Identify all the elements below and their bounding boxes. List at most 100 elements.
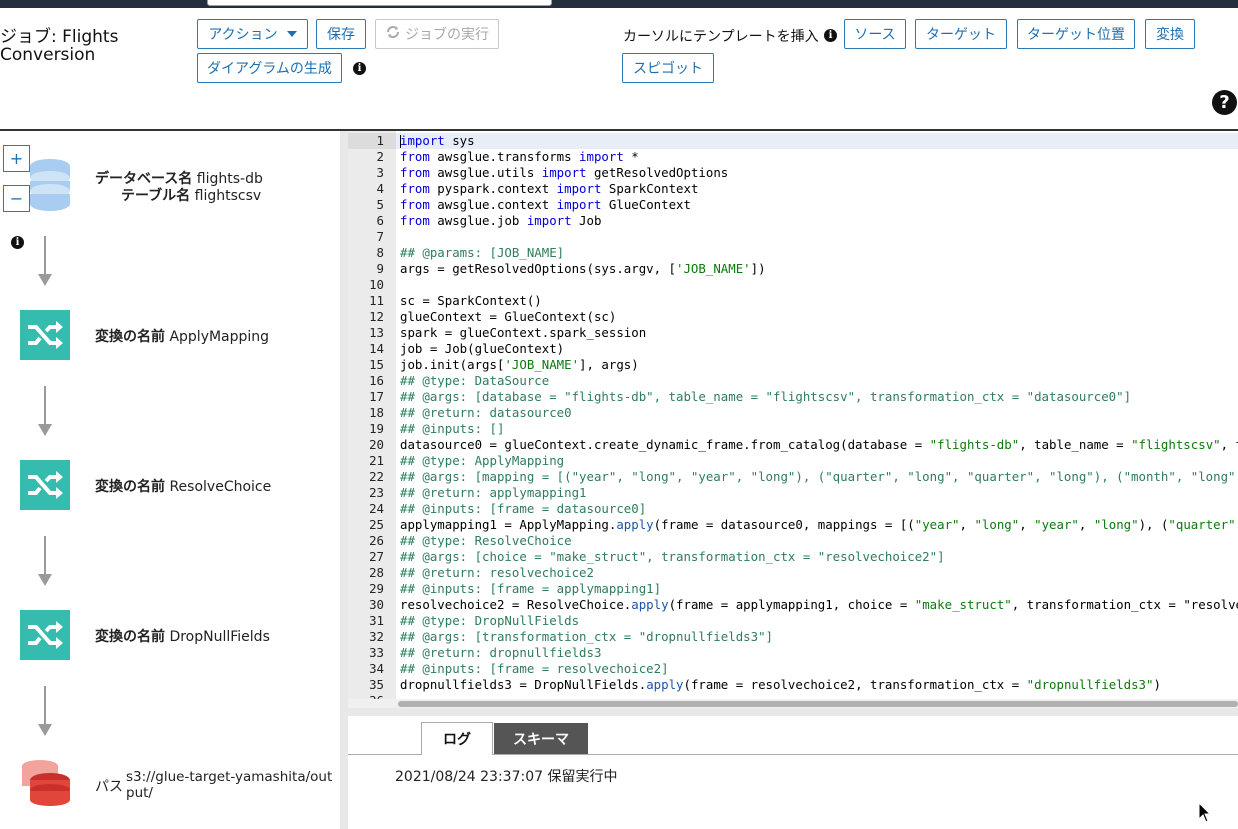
code-text: ## @inputs: [frame = applymapping1] bbox=[400, 581, 662, 596]
code-line[interactable]: 13 spark = glueContext.spark_session bbox=[348, 325, 1238, 341]
database-icon[interactable] bbox=[20, 158, 70, 211]
code-line[interactable]: 20 datasource0 = glueContext.create_dynam… bbox=[348, 437, 1238, 453]
code-text: job = Job(glueContext) bbox=[400, 341, 565, 356]
line-number: 1 bbox=[348, 133, 396, 149]
code-line[interactable]: 32 ## @args: [transformation_ctx = "dropn… bbox=[348, 629, 1238, 645]
run-job-label: ジョブの実行 bbox=[405, 27, 489, 43]
table-value: flightscsv bbox=[194, 188, 262, 204]
tab-log[interactable]: ログ bbox=[421, 722, 493, 755]
code-line[interactable]: 29 ## @inputs: [frame = applymapping1] bbox=[348, 581, 1238, 597]
log-entry: 2021/08/24 23:37:07 保留実行中 bbox=[395, 769, 618, 785]
template-source-button[interactable]: ソース bbox=[844, 19, 906, 49]
shuffle-icon[interactable] bbox=[20, 610, 70, 660]
code-line[interactable]: 24 ## @inputs: [frame = datasource0] bbox=[348, 501, 1238, 517]
run-job-button[interactable]: ジョブの実行 bbox=[375, 19, 499, 49]
target-path-value[interactable]: s3://glue-target-yamashita/out put/ bbox=[126, 769, 332, 801]
action-dropdown-button[interactable]: アクション bbox=[197, 19, 308, 49]
code-text: from awsglue.context import GlueContext bbox=[400, 197, 691, 212]
top-tab[interactable] bbox=[207, 0, 552, 6]
code-line[interactable]: 1 import sys bbox=[348, 133, 1238, 149]
template-spigot-button[interactable]: スピゴット bbox=[622, 53, 714, 83]
code-line[interactable]: 5 from awsglue.context import GlueContext bbox=[348, 197, 1238, 213]
code-line[interactable]: 31 ## @type: DropNullFields bbox=[348, 613, 1238, 629]
generate-diagram-button[interactable]: ダイアグラムの生成 bbox=[197, 53, 342, 83]
code-line[interactable]: 7 bbox=[348, 229, 1238, 245]
code-line[interactable]: 15 job.init(args['JOB_NAME'], args) bbox=[348, 357, 1238, 373]
template-transform-button[interactable]: 変換 bbox=[1145, 19, 1195, 49]
code-line[interactable]: 6 from awsglue.job import Job bbox=[348, 213, 1238, 229]
tab-schema[interactable]: スキーマ bbox=[494, 723, 588, 754]
code-line[interactable]: 17 ## @args: [database = "flights-db", ta… bbox=[348, 389, 1238, 405]
save-button[interactable]: 保存 bbox=[316, 19, 366, 49]
code-line[interactable]: 10 bbox=[348, 277, 1238, 293]
code-line[interactable]: 27 ## @args: [choice = "make_struct", tra… bbox=[348, 549, 1238, 565]
code-text: dropnullfields3 = DropNullFields.apply(f… bbox=[400, 677, 1161, 692]
code-line[interactable]: 11 sc = SparkContext() bbox=[348, 293, 1238, 309]
editor-splitter[interactable] bbox=[348, 708, 1238, 716]
code-line[interactable]: 8 ## @params: [JOB_NAME] bbox=[348, 245, 1238, 261]
code-editor[interactable]: 1 import sys 2 from awsglue.transforms impo… bbox=[348, 131, 1238, 708]
refresh-icon bbox=[385, 25, 401, 43]
line-number: 35 bbox=[369, 677, 384, 692]
code-line[interactable]: 25 applymapping1 = ApplyMapping.apply(fra… bbox=[348, 517, 1238, 533]
table-label: テーブル名 bbox=[121, 188, 191, 204]
code-line[interactable]: 2 from awsglue.transforms import * bbox=[348, 149, 1238, 165]
top-bar bbox=[0, 0, 1238, 8]
code-line[interactable]: 9 args = getResolvedOptions(sys.argv, ['J… bbox=[348, 261, 1238, 277]
code-text: applymapping1 = ApplyMapping.apply(frame… bbox=[400, 517, 1238, 532]
transform-value: DropNullFields bbox=[169, 629, 270, 645]
code-line[interactable]: 28 ## @return: resolvechoice2 bbox=[348, 565, 1238, 581]
code-line[interactable]: 33 ## @return: dropnullfields3 bbox=[348, 645, 1238, 661]
template-target-location-button[interactable]: ターゲット位置 bbox=[1017, 19, 1135, 49]
code-text: ## @return: applymapping1 bbox=[400, 485, 587, 500]
line-number: 26 bbox=[369, 533, 384, 548]
line-number: 27 bbox=[369, 549, 384, 564]
code-line[interactable]: 19 ## @inputs: [] bbox=[348, 421, 1238, 437]
horizontal-scrollbar[interactable] bbox=[348, 699, 1238, 708]
code-line[interactable]: 18 ## @return: datasource0 bbox=[348, 405, 1238, 421]
template-target-button[interactable]: ターゲット bbox=[915, 19, 1007, 49]
scrollbar-thumb[interactable] bbox=[398, 701, 1238, 707]
code-line[interactable]: 35 dropnullfields3 = DropNullFields.apply… bbox=[348, 677, 1238, 693]
help-icon[interactable]: ? bbox=[1212, 90, 1237, 115]
panel-splitter[interactable] bbox=[340, 131, 348, 829]
line-number: 22 bbox=[369, 469, 384, 484]
code-text: args = getResolvedOptions(sys.argv, ['JO… bbox=[400, 261, 766, 276]
shuffle-icon[interactable] bbox=[20, 310, 70, 360]
s3-bucket-icon[interactable] bbox=[20, 758, 70, 808]
info-icon[interactable]: i bbox=[11, 236, 24, 249]
flow-arrow bbox=[38, 536, 52, 586]
code-text: datasource0 = glueContext.create_dynamic… bbox=[400, 437, 1238, 452]
line-number: 12 bbox=[369, 309, 384, 324]
code-text: ## @args: [transformation_ctx = "dropnul… bbox=[400, 629, 773, 644]
target-path-line: s3://glue-target-yamashita/out bbox=[126, 769, 333, 785]
transform-node-dropnullfields[interactable]: 変換の名前 DropNullFields bbox=[95, 626, 270, 646]
bottom-panel: ログ スキーマ 2021/08/24 23:37:07 保留実行中 bbox=[348, 716, 1238, 829]
code-text: ## @args: [choice = "make_struct", trans… bbox=[400, 549, 945, 564]
info-icon[interactable]: i bbox=[824, 29, 837, 42]
code-line[interactable]: 26 ## @type: ResolveChoice bbox=[348, 533, 1238, 549]
code-line[interactable]: 12 glueContext = GlueContext(sc) bbox=[348, 309, 1238, 325]
code-line[interactable]: 34 ## @inputs: [frame = resolvechoice2] bbox=[348, 661, 1238, 677]
transform-node-applymapping[interactable]: 変換の名前 ApplyMapping bbox=[95, 326, 269, 346]
code-line[interactable]: 30 resolvechoice2 = ResolveChoice.apply(f… bbox=[348, 597, 1238, 613]
code-line[interactable]: 23 ## @return: applymapping1 bbox=[348, 485, 1238, 501]
code-line[interactable]: 22 ## @args: [mapping = [("year", "long",… bbox=[348, 469, 1238, 485]
line-number: 33 bbox=[369, 645, 384, 660]
code-line[interactable]: 21 ## @type: ApplyMapping bbox=[348, 453, 1238, 469]
code-text: ## @return: datasource0 bbox=[400, 405, 572, 420]
line-number: 15 bbox=[369, 357, 384, 372]
transform-label: 変換の名前 bbox=[95, 479, 165, 495]
code-line[interactable]: 4 from pyspark.context import SparkContex… bbox=[348, 181, 1238, 197]
job-title: ジョブ: Flights Conversion bbox=[0, 27, 119, 65]
transform-label: 変換の名前 bbox=[95, 629, 165, 645]
info-icon[interactable]: i bbox=[353, 62, 366, 75]
transform-node-resolvechoice[interactable]: 変換の名前 ResolveChoice bbox=[95, 476, 271, 496]
code-text: import sys bbox=[400, 133, 475, 148]
line-number: 9 bbox=[376, 261, 384, 276]
code-line[interactable]: 14 job = Job(glueContext) bbox=[348, 341, 1238, 357]
line-number: 6 bbox=[376, 213, 384, 228]
code-line[interactable]: 16 ## @type: DataSource bbox=[348, 373, 1238, 389]
shuffle-icon[interactable] bbox=[20, 460, 70, 510]
code-line[interactable]: 3 from awsglue.utils import getResolvedOp… bbox=[348, 165, 1238, 181]
